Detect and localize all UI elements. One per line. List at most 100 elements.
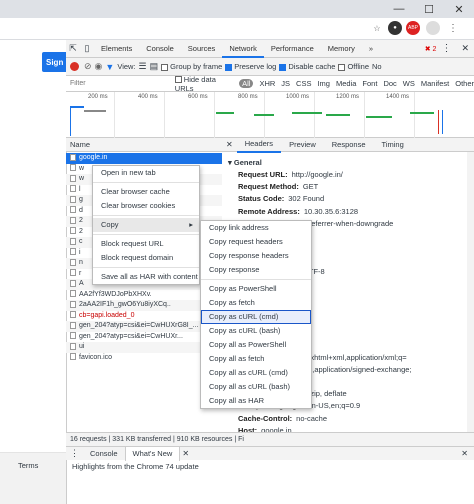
type-filter-manifest[interactable]: Manifest (421, 79, 449, 88)
disable-cache-checkbox[interactable]: Disable cache (279, 62, 335, 71)
tab-sources[interactable]: Sources (181, 40, 223, 58)
menu-clear-cookies[interactable]: Clear browser cookies (93, 199, 199, 213)
throttling-select[interactable]: No (372, 62, 382, 71)
drawer-tab-console[interactable]: Console (83, 447, 125, 461)
table-row[interactable]: ui (66, 342, 222, 353)
devtools-close-icon[interactable]: ✕ (456, 43, 474, 54)
menu-copy-request-headers[interactable]: Copy request headers (201, 235, 311, 249)
detail-scrollbar[interactable] (467, 152, 474, 432)
table-row[interactable]: favicon.ico (66, 353, 222, 364)
menu-copy-all-as-curl-cmd[interactable]: Copy all as cURL (cmd) (201, 366, 311, 380)
network-overview[interactable]: 200 ms 400 ms 600 ms 800 ms 1000 ms 1200… (66, 92, 474, 138)
extension-icon[interactable]: ● (388, 21, 402, 35)
type-filter-img[interactable]: Img (317, 79, 330, 88)
table-row[interactable]: gen_204?atyp=csi&ei=CwHUXrG8I_... (66, 321, 222, 332)
record-icon[interactable] (70, 62, 79, 71)
tab-network[interactable]: Network (222, 40, 264, 58)
table-row[interactable]: cb=gapi.loaded_0 (66, 311, 222, 322)
more-tabs-icon[interactable]: » (362, 40, 380, 58)
table-row[interactable]: AA2fYf3WDJoPbXHXv. (66, 290, 222, 301)
tab-response[interactable]: Response (324, 138, 374, 152)
type-filter-xhr[interactable]: XHR (259, 79, 275, 88)
menu-clear-cache[interactable]: Clear browser cache (93, 185, 199, 199)
menu-copy-response-headers[interactable]: Copy response headers (201, 249, 311, 263)
copy-submenu: Copy link address Copy request headers C… (200, 220, 312, 409)
maximize-icon[interactable]: ☐ (414, 0, 444, 18)
file-icon (70, 174, 76, 182)
type-filter-js[interactable]: JS (281, 79, 290, 88)
tab-console[interactable]: Console (139, 40, 181, 58)
menu-icon[interactable]: ⋮ (446, 21, 460, 35)
menu-open-new-tab[interactable]: Open in new tab (93, 166, 199, 180)
request-name: c (79, 238, 83, 245)
filter-icon[interactable]: ▼ (105, 62, 114, 72)
type-filter-ws[interactable]: WS (403, 79, 415, 88)
drawer-menu-icon[interactable]: ⋮ (66, 448, 83, 459)
drawer-close-icon[interactable]: ✕ (461, 449, 474, 458)
device-toolbar-icon[interactable]: ▯ (80, 40, 94, 58)
menu-copy-all-as-fetch[interactable]: Copy all as fetch (201, 352, 311, 366)
capture-screenshots-icon[interactable]: ◉ (95, 61, 103, 72)
menu-copy-all-as-curl-bash[interactable]: Copy all as cURL (bash) (201, 380, 311, 394)
table-row[interactable]: 2aAA2IF1h_gwO6Yu8iyXCq.. (66, 300, 222, 311)
menu-copy-as-curl-cmd[interactable]: Copy as cURL (cmd) (201, 310, 311, 324)
sign-in-button[interactable]: Sign (42, 52, 66, 72)
offline-checkbox[interactable]: Offline (338, 62, 369, 71)
header-key: Cache-Control: (238, 413, 293, 423)
devtools-menu-icon[interactable]: ⋮ (436, 43, 456, 54)
minimize-icon[interactable]: — (384, 0, 414, 18)
tab-timing[interactable]: Timing (374, 138, 412, 152)
page-footer: Terms (0, 452, 66, 504)
type-filter-all[interactable]: All (239, 79, 254, 88)
drawer-tab-whats-new[interactable]: What's New (124, 446, 181, 461)
header-row: Request Method: GET (238, 182, 318, 191)
menu-copy-all-as-powershell[interactable]: Copy all as PowerShell (201, 338, 311, 352)
type-filter-media[interactable]: Media (336, 79, 356, 88)
menu-copy[interactable]: Copy ▸ (93, 218, 199, 232)
table-row[interactable]: google.in (66, 153, 222, 164)
table-row[interactable]: gen_204?atyp=csi&ei=CwHUXr... (66, 332, 222, 343)
hide-data-urls-checkbox[interactable]: Hide data URLs (174, 75, 233, 93)
tab-memory[interactable]: Memory (321, 40, 362, 58)
menu-block-domain[interactable]: Block request domain (93, 251, 199, 265)
menu-copy-as-curl-bash[interactable]: Copy as cURL (bash) (201, 324, 311, 338)
adblock-icon[interactable]: ABP (406, 21, 420, 35)
request-name: AA2fYf3WDJoPbXHXv. (79, 290, 152, 298)
profile-avatar[interactable] (426, 21, 440, 35)
menu-save-har[interactable]: Save all as HAR with content (93, 270, 199, 284)
address-bar[interactable] (0, 18, 474, 40)
request-name: 2 (79, 217, 83, 224)
request-list-header[interactable]: Name (66, 138, 222, 152)
tab-elements[interactable]: Elements (94, 40, 139, 58)
error-badge[interactable]: ✖ 2 (425, 45, 437, 53)
star-icon[interactable]: ☆ (370, 21, 384, 35)
menu-copy-all-as-har[interactable]: Copy all as HAR (201, 394, 311, 408)
type-filter-css[interactable]: CSS (296, 79, 311, 88)
close-icon[interactable]: ✕ (444, 0, 474, 18)
detail-tabs: ✕ Headers Preview Response Timing (222, 137, 474, 153)
large-rows-icon[interactable]: ☰ (139, 61, 147, 72)
terms-link[interactable]: Terms (18, 461, 38, 470)
menu-copy-as-fetch[interactable]: Copy as fetch (201, 296, 311, 310)
menu-block-url[interactable]: Block request URL (93, 237, 199, 251)
clear-icon[interactable]: ⊘ (84, 61, 92, 72)
drawer-tab-close-icon[interactable]: ✕ (182, 449, 189, 458)
preserve-log-checkbox[interactable]: Preserve log (225, 62, 276, 71)
timeline-tick: 1000 ms (286, 94, 310, 100)
type-filter-other[interactable]: Other (455, 79, 474, 88)
menu-copy-link-address[interactable]: Copy link address (201, 221, 311, 235)
menu-copy-response[interactable]: Copy response (201, 263, 311, 277)
tab-headers[interactable]: Headers (236, 137, 282, 153)
detail-close-icon[interactable]: ✕ (222, 140, 237, 149)
type-filter-font[interactable]: Font (362, 79, 377, 88)
tab-preview[interactable]: Preview (281, 138, 324, 152)
general-section[interactable]: ▾ General (228, 158, 262, 167)
group-by-frame-checkbox[interactable]: Group by frame (161, 62, 222, 71)
type-filter-doc[interactable]: Doc (383, 79, 396, 88)
timeline-tick: 1200 ms (336, 94, 360, 100)
overview-icon[interactable]: ▤ (150, 61, 159, 72)
menu-copy-as-powershell[interactable]: Copy as PowerShell (201, 282, 311, 296)
tab-performance[interactable]: Performance (264, 40, 321, 58)
inspect-icon[interactable]: ⇱ (66, 40, 80, 58)
filter-input[interactable] (70, 77, 169, 90)
